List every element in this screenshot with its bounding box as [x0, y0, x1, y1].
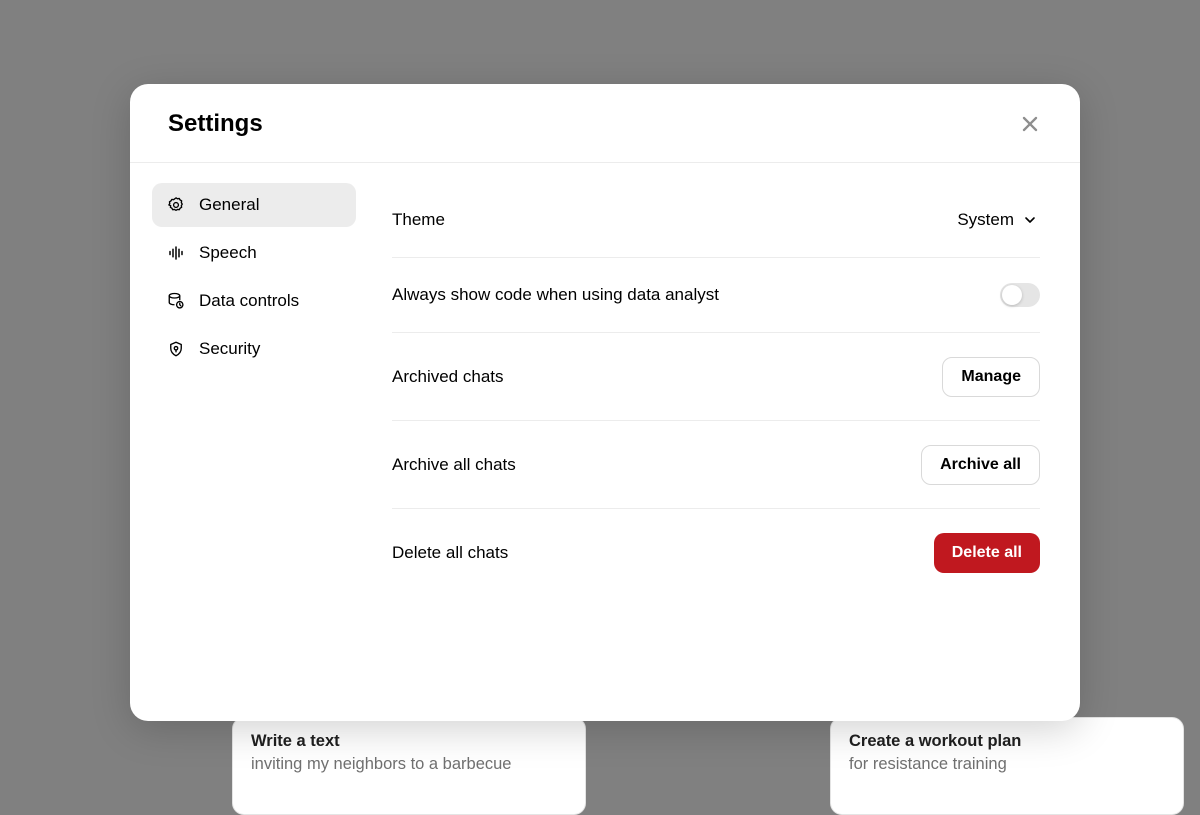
archive-all-label: Archive all chats: [392, 455, 516, 475]
delete-all-button[interactable]: Delete all: [934, 533, 1040, 573]
sidebar-item-general[interactable]: General: [152, 183, 356, 227]
close-icon: [1020, 114, 1040, 134]
settings-content: Theme System Always show code when using…: [368, 183, 1080, 721]
theme-label: Theme: [392, 210, 445, 230]
code-toggle[interactable]: [1000, 283, 1040, 307]
database-icon: [166, 291, 186, 311]
suggestion-title: Create a workout plan: [849, 732, 1165, 751]
theme-dropdown[interactable]: System: [955, 204, 1040, 236]
suggestion-subtitle: inviting my neighbors to a barbecue: [251, 755, 567, 774]
modal-body: General Speech: [130, 163, 1080, 721]
archive-all-button[interactable]: Archive all: [921, 445, 1040, 485]
row-delete-all: Delete all chats Delete all: [392, 509, 1040, 597]
row-archived-chats: Archived chats Manage: [392, 333, 1040, 421]
archived-label: Archived chats: [392, 367, 504, 387]
waveform-icon: [166, 243, 186, 263]
sidebar-item-label: Speech: [199, 243, 257, 263]
toggle-knob: [1002, 285, 1022, 305]
row-code-toggle: Always show code when using data analyst: [392, 258, 1040, 333]
chevron-down-icon: [1022, 212, 1038, 228]
sidebar-item-data-controls[interactable]: Data controls: [152, 279, 356, 323]
suggestion-card[interactable]: Create a workout plan for resistance tra…: [830, 717, 1184, 815]
suggestion-card[interactable]: Write a text inviting my neighbors to a …: [232, 717, 586, 815]
suggestion-title: Write a text: [251, 732, 567, 751]
settings-sidebar: General Speech: [130, 183, 368, 721]
shield-icon: [166, 339, 186, 359]
modal-header: Settings: [130, 84, 1080, 163]
modal-title: Settings: [168, 110, 263, 138]
sidebar-item-label: Security: [199, 339, 260, 359]
gear-icon: [166, 195, 186, 215]
settings-modal: Settings General: [130, 84, 1080, 721]
suggestion-subtitle: for resistance training: [849, 755, 1165, 774]
sidebar-item-label: Data controls: [199, 291, 299, 311]
row-theme: Theme System: [392, 183, 1040, 258]
code-toggle-label: Always show code when using data analyst: [392, 285, 719, 305]
manage-button[interactable]: Manage: [942, 357, 1040, 397]
close-button[interactable]: [1016, 110, 1044, 138]
theme-value: System: [957, 210, 1014, 230]
sidebar-item-security[interactable]: Security: [152, 327, 356, 371]
sidebar-item-speech[interactable]: Speech: [152, 231, 356, 275]
delete-all-label: Delete all chats: [392, 543, 508, 563]
row-archive-all: Archive all chats Archive all: [392, 421, 1040, 509]
sidebar-item-label: General: [199, 195, 259, 215]
